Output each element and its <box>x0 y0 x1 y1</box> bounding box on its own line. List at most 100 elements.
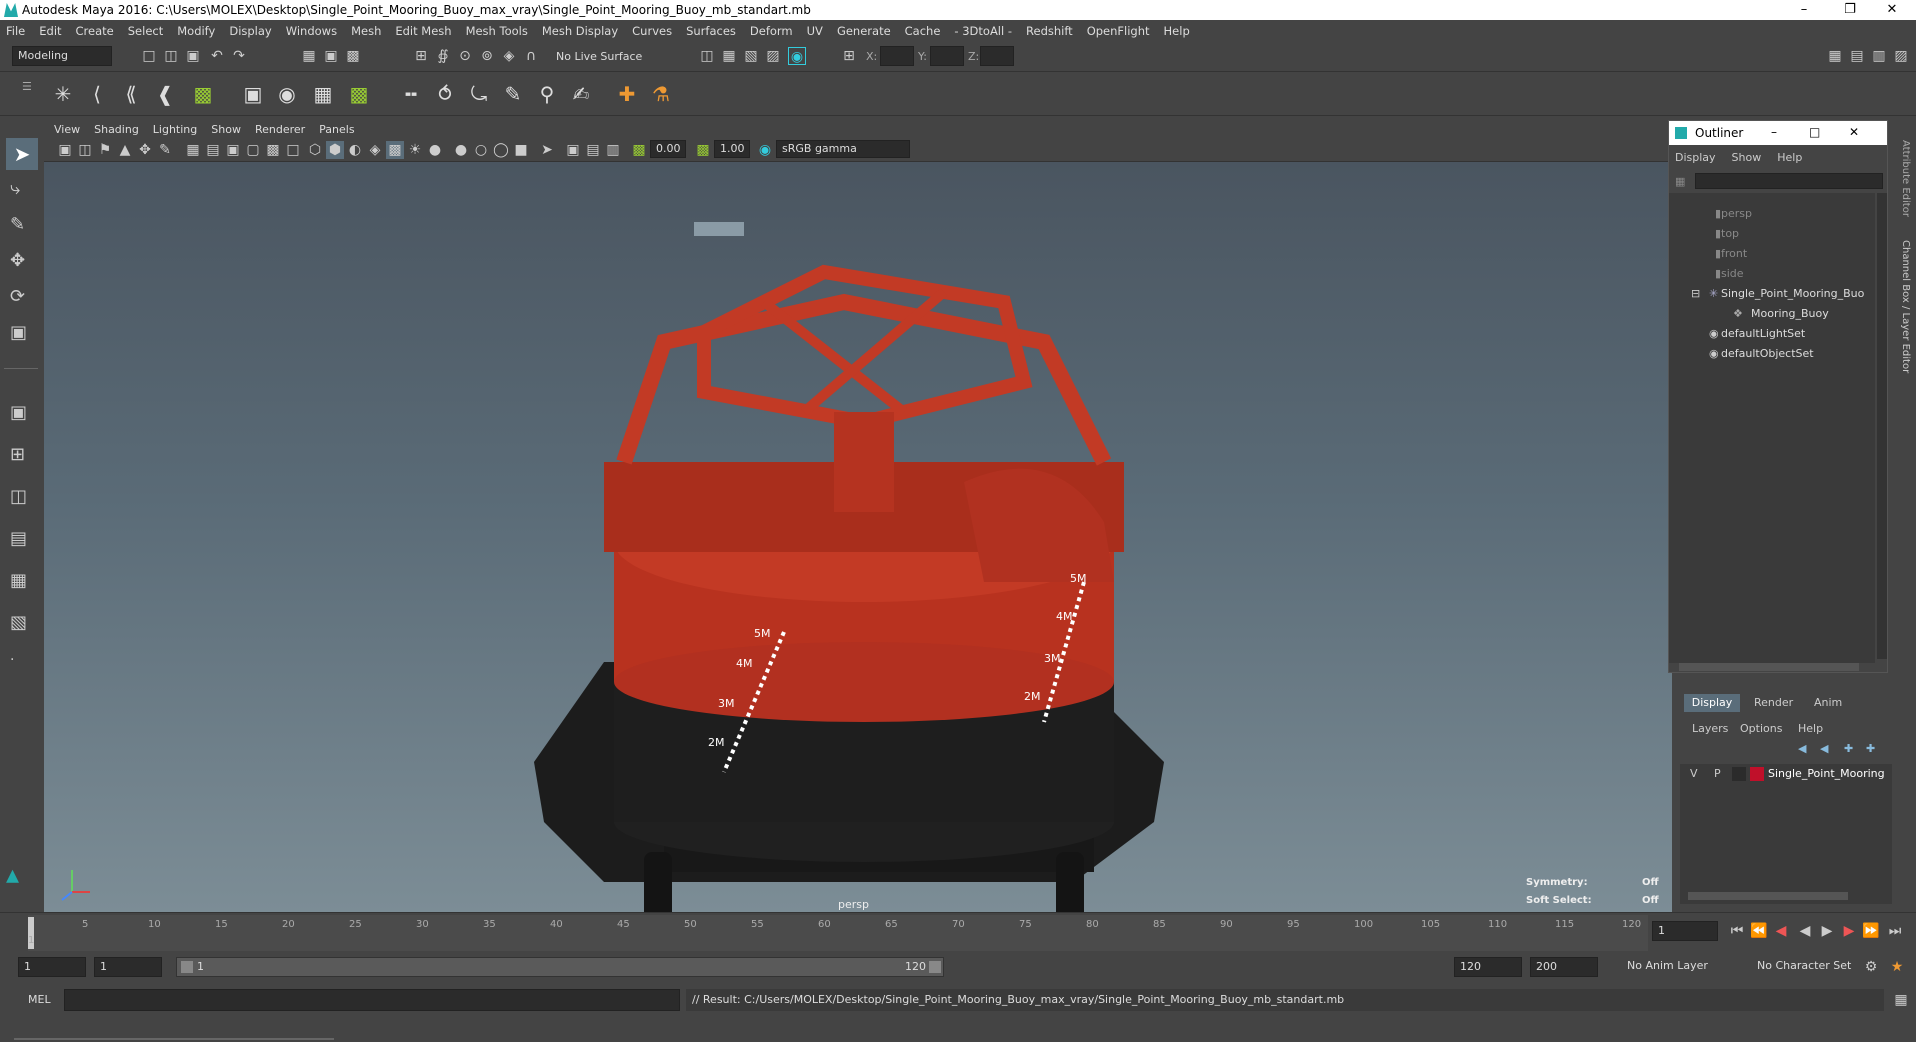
render-frame-icon[interactable]: ▦ <box>720 47 738 65</box>
constraint-aim-icon[interactable]: ⤿ <box>466 80 492 108</box>
outliner-filter-icon[interactable]: ▦ <box>1675 175 1685 188</box>
menu-display[interactable]: Display <box>229 24 271 38</box>
scale-tool-icon[interactable]: ▣ <box>10 322 27 343</box>
channel-box-tab[interactable]: Channel Box / Layer Editor <box>1900 240 1911 373</box>
outliner-item-lightset[interactable]: defaultLightSet <box>1721 327 1805 340</box>
snap-surface-icon[interactable]: ◈ <box>500 47 518 65</box>
create-joints-icon[interactable]: ✳ <box>50 80 76 108</box>
shadows-icon[interactable]: ● <box>426 141 444 159</box>
constraint-parent-icon[interactable]: ✍ <box>568 80 594 108</box>
menu-mesh-tools[interactable]: Mesh Tools <box>466 24 528 38</box>
open-scene-icon[interactable]: ◫ <box>162 47 180 65</box>
snap-grid-icon[interactable]: ⊞ <box>412 47 430 65</box>
transform-mode-icon[interactable]: ⊞ <box>840 47 858 65</box>
animation-prefs-icon[interactable]: ★ <box>1888 958 1906 976</box>
move-tool-icon[interactable]: ✥ <box>10 250 25 271</box>
range-start-handle[interactable] <box>181 961 193 973</box>
layer-name[interactable]: Single_Point_Mooring <box>1768 767 1885 780</box>
outliner-item-persp[interactable]: persp <box>1721 207 1752 220</box>
color-management-icon[interactable]: ◉ <box>756 141 774 159</box>
outliner-minimize-icon[interactable]: – <box>1771 125 1777 139</box>
gamma-icon[interactable]: ▩ <box>694 141 712 159</box>
snap-point-icon[interactable]: ⊙ <box>456 47 474 65</box>
menu-3dtoall[interactable]: - 3DtoAll - <box>954 24 1012 38</box>
playback-start-field[interactable]: 1 <box>94 957 162 977</box>
live-surface-label[interactable]: No Live Surface <box>556 50 642 63</box>
constraint-orient-icon[interactable]: ✎ <box>500 80 526 108</box>
close-icon[interactable]: ✕ <box>1872 0 1912 20</box>
menu-openflight[interactable]: OpenFlight <box>1087 24 1150 38</box>
select-hierarchy-icon[interactable]: ▦ <box>300 47 318 65</box>
anim-layer-dropdown[interactable]: No Anim Layer <box>1622 957 1746 977</box>
color-space-dropdown[interactable]: sRGB gamma <box>776 140 910 158</box>
paint-select-icon[interactable]: ✎ <box>10 214 25 235</box>
save-scene-icon[interactable]: ▣ <box>184 47 202 65</box>
select-tool-icon[interactable]: ➤ <box>6 138 38 170</box>
menu-mesh[interactable]: Mesh <box>351 24 381 38</box>
menu-redshift[interactable]: Redshift <box>1026 24 1073 38</box>
step-forward-key-icon[interactable]: ⏩ <box>1862 922 1880 940</box>
menu-mesh-display[interactable]: Mesh Display <box>542 24 618 38</box>
image-plane-icon[interactable]: ▲ <box>116 141 134 159</box>
perspective-viewport[interactable]: 5M 4M 3M 2M 5M 4M 3M 2M persp Symmetry: … <box>44 162 1672 922</box>
cluster-icon[interactable]: ⚗ <box>648 80 674 108</box>
viewport-menu-show[interactable]: Show <box>211 123 241 136</box>
outliner-hscrollbar[interactable] <box>1679 663 1859 671</box>
play-backward-icon[interactable]: ◀ <box>1796 922 1814 940</box>
snap-view-icon[interactable]: ⊚ <box>478 47 496 65</box>
render-view-icon[interactable]: ▨ <box>764 47 782 65</box>
playback-end-field[interactable]: 120 <box>1454 957 1522 977</box>
magnet-icon[interactable]: ∩ <box>522 47 540 65</box>
layer-menu-help[interactable]: Help <box>1798 722 1823 735</box>
menu-modify[interactable]: Modify <box>177 24 215 38</box>
use-all-lights-icon[interactable]: ☀ <box>406 141 424 159</box>
single-perspective-layout-icon[interactable]: ▣ <box>10 402 27 423</box>
menu-generate[interactable]: Generate <box>837 24 891 38</box>
new-layer-selected-icon[interactable]: ✚ <box>1866 742 1875 755</box>
xray-icon[interactable]: ▣ <box>564 141 582 159</box>
wireframe-icon[interactable]: ⬡ <box>306 141 324 159</box>
textured-icon[interactable]: ▩ <box>386 141 404 159</box>
viewport-menu-shading[interactable]: Shading <box>94 123 139 136</box>
paint-weights-icon[interactable]: ▩ <box>346 80 372 108</box>
channel-box-toggle-icon[interactable]: ▨ <box>1892 47 1910 65</box>
new-scene-icon[interactable]: □ <box>140 47 158 65</box>
layer-hscrollbar[interactable] <box>1688 892 1848 900</box>
step-back-frame-icon[interactable]: ◀ <box>1772 922 1790 940</box>
snap-curve-icon[interactable]: ∯ <box>434 47 452 65</box>
hypershade-layout-icon[interactable]: ▦ <box>10 570 27 591</box>
depth-of-field-icon[interactable]: ■ <box>512 141 530 159</box>
tool-settings-icon[interactable]: ▥ <box>1870 47 1888 65</box>
persp-graph-layout-icon[interactable]: ▤ <box>10 528 27 549</box>
menu-cache[interactable]: Cache <box>905 24 941 38</box>
outliner-maximize-icon[interactable]: □ <box>1809 125 1820 139</box>
outliner-layout-icon[interactable]: ▧ <box>10 612 27 633</box>
command-input[interactable] <box>64 989 680 1011</box>
layer-row[interactable]: V P Single_Point_Mooring <box>1680 764 1892 784</box>
play-forward-icon[interactable]: ▶ <box>1818 922 1836 940</box>
ipr-render-icon[interactable]: ▧ <box>742 47 760 65</box>
step-back-key-icon[interactable]: ⏪ <box>1750 922 1768 940</box>
command-language-label[interactable]: MEL <box>28 993 51 1006</box>
ik-fk-icon[interactable]: ╍ <box>398 80 424 108</box>
outliner-vscrollbar[interactable] <box>1877 193 1887 659</box>
layer-visibility-toggle[interactable]: V <box>1690 767 1698 780</box>
smooth-shade-icon[interactable]: ⬢ <box>326 141 344 159</box>
grease-pencil-icon[interactable]: ✎ <box>156 141 174 159</box>
menu-edit[interactable]: Edit <box>39 24 61 38</box>
x-field[interactable] <box>880 46 914 66</box>
go-to-start-icon[interactable]: ⏮ <box>1728 922 1746 940</box>
menu-windows[interactable]: Windows <box>286 24 337 38</box>
outliner-close-icon[interactable]: ✕ <box>1849 125 1859 139</box>
bind-skin-icon[interactable]: ▣ <box>240 80 266 108</box>
restore-icon[interactable]: ❐ <box>1830 0 1870 20</box>
outliner-item-side[interactable]: side <box>1721 267 1744 280</box>
film-gate-icon[interactable]: ▤ <box>204 141 222 159</box>
outliner-item-mesh[interactable]: Mooring_Buoy <box>1751 307 1829 320</box>
y-field[interactable] <box>930 46 964 66</box>
animation-start-field[interactable]: 1 <box>18 957 86 977</box>
anti-aliasing-icon[interactable]: ◯ <box>492 141 510 159</box>
layer-playback-toggle[interactable]: P <box>1714 767 1721 780</box>
outliner-item-top[interactable]: top <box>1721 227 1739 240</box>
layer-menu-layers[interactable]: Layers <box>1692 722 1728 735</box>
